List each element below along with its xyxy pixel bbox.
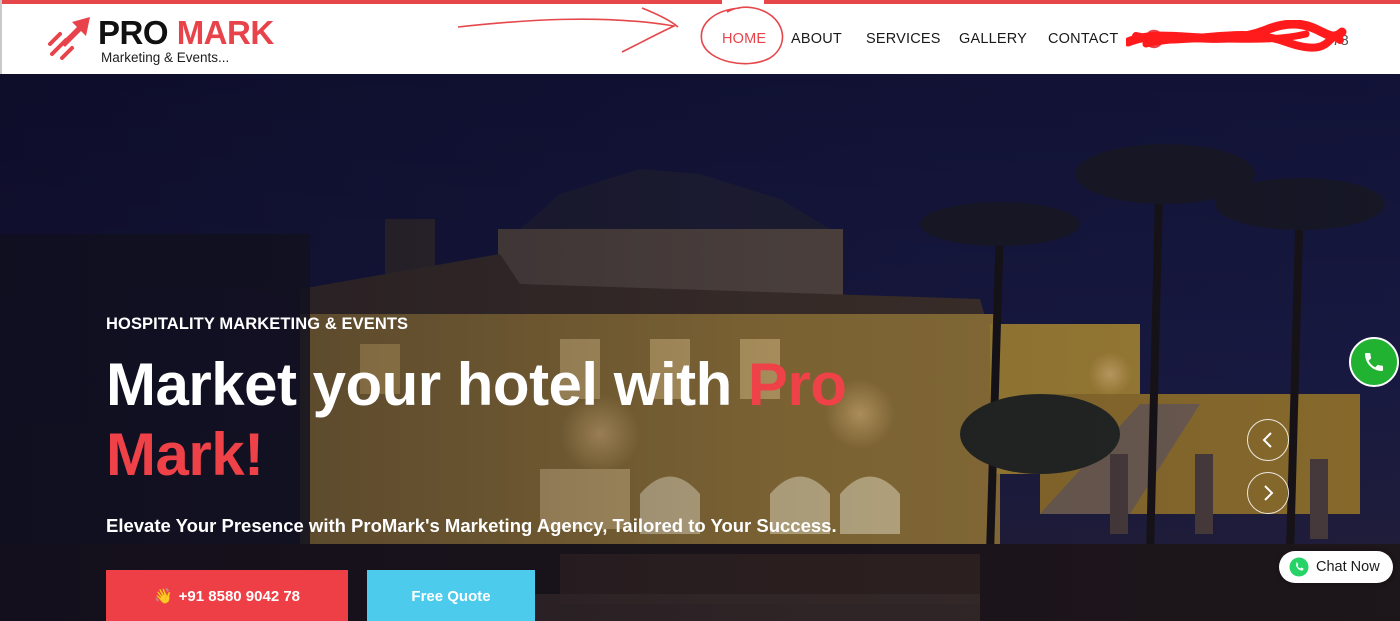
nav-services[interactable]: SERVICES xyxy=(866,31,941,47)
slider-prev-button[interactable] xyxy=(1247,419,1289,461)
call-button-label: +91 8580 9042 78 xyxy=(178,588,301,605)
hero-subtitle: Elevate Your Presence with ProMark's Mar… xyxy=(106,515,837,536)
hand-icon: 👋 xyxy=(153,588,173,605)
free-quote-button[interactable]: Free Quote xyxy=(367,570,535,621)
hero-title-main: Market your hotel with xyxy=(106,351,748,418)
nav-contact[interactable]: CONTACT xyxy=(1048,31,1118,47)
hero-title-accent-mark: Mark! xyxy=(106,421,264,488)
header-phone-redacted[interactable]: 78 xyxy=(1123,19,1366,58)
hero-overlay xyxy=(0,74,1400,621)
chat-now-label: Chat Now xyxy=(1316,559,1380,575)
hero-title: Market your hotel with Pro Mark! xyxy=(106,350,866,490)
hero-kicker: HOSPITALITY MARKETING & EVENTS xyxy=(106,315,409,333)
call-button[interactable]: 👋 +91 8580 9042 78 xyxy=(106,570,348,621)
floating-call-button[interactable] xyxy=(1349,337,1399,387)
chevron-left-icon xyxy=(1262,432,1272,448)
redaction-scribble: 78 xyxy=(1123,19,1349,52)
whatsapp-chat-button[interactable]: Chat Now xyxy=(1279,551,1393,583)
hero-slider: HOSPITALITY MARKETING & EVENTS Market yo… xyxy=(0,74,1400,621)
whatsapp-icon xyxy=(1289,557,1309,577)
site-header: PRO MARK Marketing & Events... HOME ABOU… xyxy=(0,0,1400,74)
hero-title-accent-pro: Pro xyxy=(747,351,847,418)
nav-about[interactable]: ABOUT xyxy=(791,31,842,47)
nav-home[interactable]: HOME xyxy=(722,31,766,47)
phone-icon xyxy=(1365,353,1383,371)
nav-gallery[interactable]: GALLERY xyxy=(959,31,1027,47)
free-quote-label: Free Quote xyxy=(411,588,491,605)
chevron-right-icon xyxy=(1264,485,1274,501)
slider-next-button[interactable] xyxy=(1247,472,1289,514)
